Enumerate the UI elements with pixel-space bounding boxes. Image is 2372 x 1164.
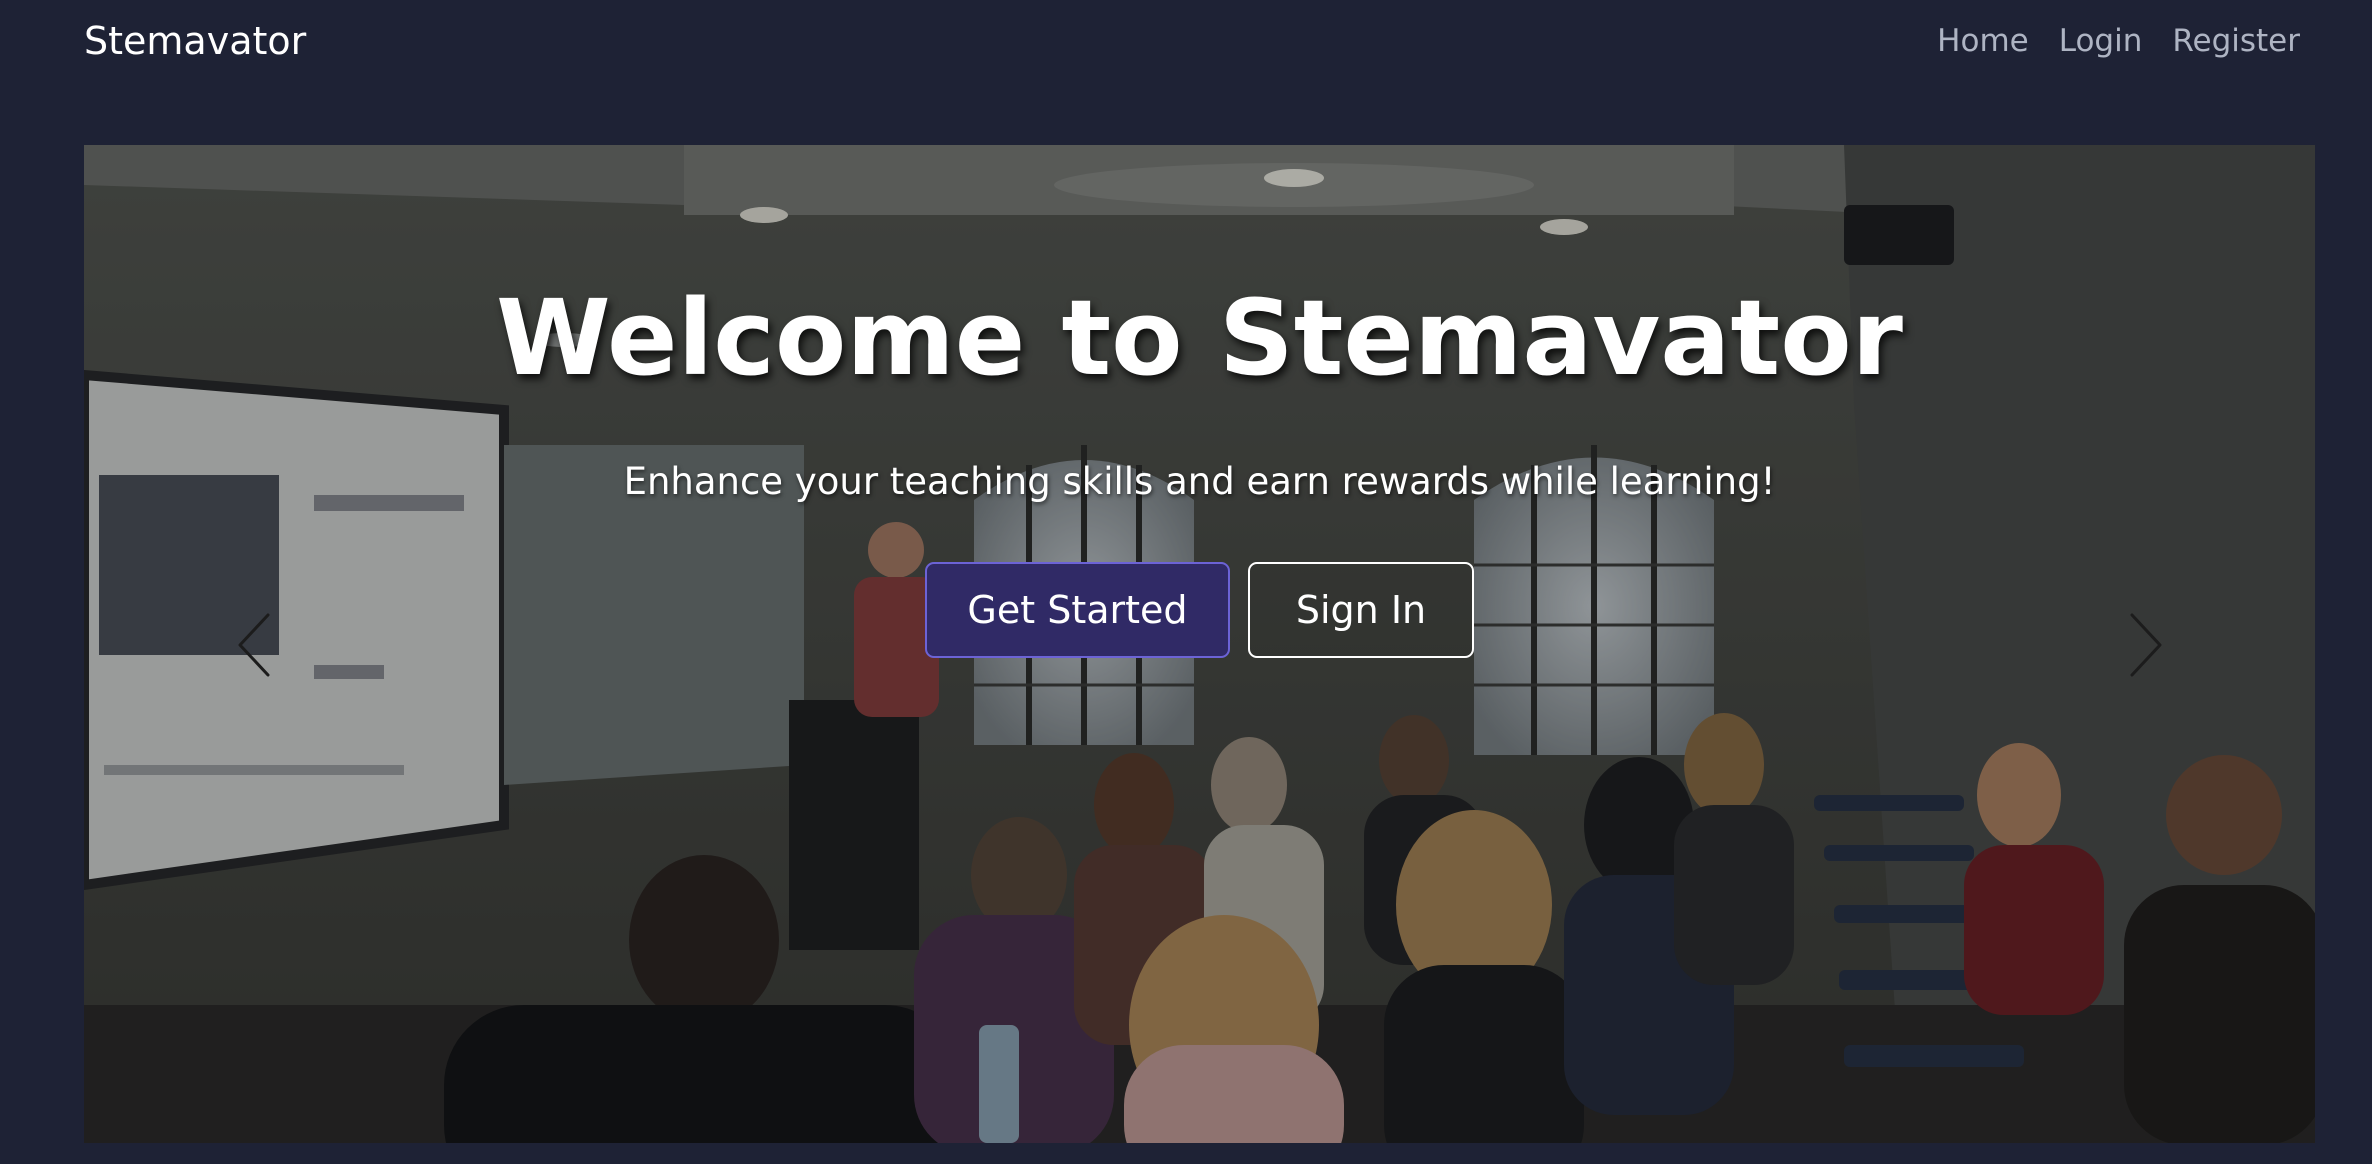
- hero-carousel: Welcome to Stemavator Enhance your teach…: [84, 145, 2315, 1143]
- nav-links: Home Login Register: [1937, 18, 2300, 64]
- chevron-left-icon: [238, 613, 270, 677]
- nav-link-login[interactable]: Login: [2059, 18, 2143, 64]
- carousel-prev-button[interactable]: [224, 605, 284, 685]
- carousel-next-button[interactable]: [2116, 605, 2176, 685]
- top-navbar: Stemavator Home Login Register: [0, 0, 2372, 84]
- chevron-right-icon: [2130, 613, 2162, 677]
- nav-link-register[interactable]: Register: [2172, 18, 2300, 64]
- hero-subtitle: Enhance your teaching skills and earn re…: [623, 460, 1776, 503]
- nav-link-home[interactable]: Home: [1937, 18, 2029, 64]
- get-started-button[interactable]: Get Started: [925, 562, 1230, 658]
- hero-title: Welcome to Stemavator: [496, 277, 1903, 399]
- brand-logo-link[interactable]: Stemavator: [84, 16, 306, 66]
- sign-in-button[interactable]: Sign In: [1248, 562, 1474, 658]
